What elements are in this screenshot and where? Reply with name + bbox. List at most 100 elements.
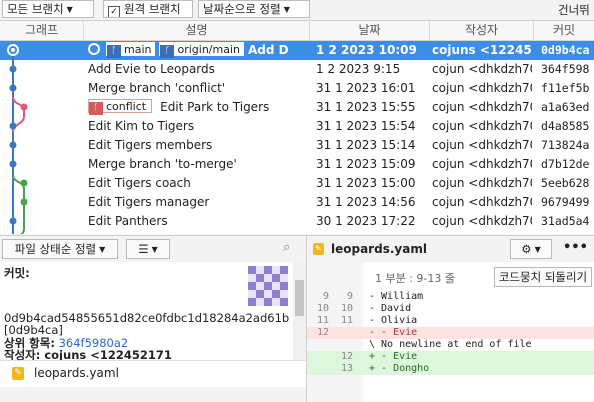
branch-pill-origin-main[interactable]: ᚴ origin/main bbox=[159, 42, 244, 58]
commit-row[interactable]: Merge branch 'to-merge' 31 1 2023 15:09 … bbox=[0, 155, 594, 174]
column-description[interactable]: 설명 bbox=[84, 21, 310, 40]
graph-node-head-core bbox=[11, 48, 15, 52]
diff-line: 10 10 - David bbox=[307, 303, 594, 315]
old-line-number: 9 bbox=[322, 291, 329, 302]
graph-node-conflict bbox=[20, 103, 28, 111]
hunk-header: 1 부분 : 9-13 줄 bbox=[375, 272, 456, 285]
commit-row[interactable]: Edit Tigers coach 31 1 2023 15:00 cojun … bbox=[0, 174, 594, 193]
more-options-icon[interactable]: ••• bbox=[563, 240, 588, 255]
graph-node bbox=[9, 141, 17, 149]
commit-row-selected[interactable]: ᚴ main ᚴ origin/main Add D 1 2 2023 10:09 co… bbox=[0, 41, 594, 60]
old-line-number: 10 bbox=[316, 303, 329, 314]
sort-by-file-status-dropdown[interactable]: 파일 상태순 정렬 ▼ bbox=[2, 239, 118, 259]
list-icon: ☰ bbox=[138, 242, 149, 256]
column-date[interactable]: 날짜 bbox=[310, 21, 430, 40]
diff-line-added: 12 + - Evie bbox=[307, 351, 594, 363]
branch-pill-main[interactable]: ᚴ main bbox=[106, 42, 156, 58]
commit-row[interactable]: ᚴ conflict Edit Park to Tigers 31 1 2023 1… bbox=[0, 98, 594, 117]
new-line-number: 13 bbox=[340, 363, 353, 374]
graph-node bbox=[9, 160, 17, 168]
commit-description: Add D bbox=[248, 43, 289, 57]
chevron-down-icon: ▼ bbox=[66, 5, 73, 14]
commit-date: 31 1 2023 15:55 bbox=[316, 100, 416, 114]
commit-hash: 5eeb628 bbox=[541, 176, 590, 190]
column-graph[interactable]: 그래프 bbox=[0, 21, 84, 40]
commit-label: 커밋: bbox=[4, 266, 30, 280]
commit-row[interactable]: Edit Tigers members 31 1 2023 15:14 coju… bbox=[0, 136, 594, 155]
commit-date: 31 1 2023 15:14 bbox=[316, 138, 416, 152]
gear-icon: ⚙ bbox=[521, 242, 532, 256]
details-scrollbar[interactable] bbox=[293, 262, 306, 360]
branch-pill-conflict[interactable]: ᚴ conflict bbox=[88, 99, 153, 115]
commit-row[interactable]: Edit Panthers 30 1 2023 17:22 cojun <dhk… bbox=[0, 212, 594, 231]
all-branches-dropdown[interactable]: 모든 브랜치 ▼ bbox=[2, 0, 94, 18]
diff-line-text: - - Evie bbox=[369, 327, 418, 338]
commit-author: cojun <dhkdzh70 bbox=[432, 100, 532, 114]
commit-description: Merge branch 'conflict' bbox=[88, 81, 226, 95]
graph-node bbox=[9, 217, 17, 225]
commit-row[interactable]: Edit Tigers manager 31 1 2023 14:56 coju… bbox=[0, 193, 594, 212]
commit-hash: 9679499 bbox=[541, 195, 590, 209]
commit-description: Edit Tigers coach bbox=[88, 176, 191, 190]
commit-list: ᚴ main ᚴ origin/main Add D 1 2 2023 10:09 co… bbox=[0, 41, 594, 234]
commit-date: 31 1 2023 15:54 bbox=[316, 119, 416, 133]
commit-row[interactable]: Merge branch 'conflict' 31 1 2023 16:01 … bbox=[0, 79, 594, 98]
commit-author: cojun <dhkdzh70 bbox=[432, 214, 532, 228]
sort-by-date-dropdown[interactable]: 날짜순으로 정렬 ▼ bbox=[198, 0, 310, 18]
diff-line-text: - William bbox=[369, 291, 424, 302]
new-line-number: 9 bbox=[346, 291, 353, 302]
diff-line-removed: 12 - - Evie bbox=[307, 327, 594, 339]
commit-author: cojun <dhkdzh70 bbox=[432, 176, 532, 190]
chevron-down-icon: ▼ bbox=[99, 245, 106, 254]
view-options-dropdown[interactable]: ☰ ▼ bbox=[126, 239, 170, 259]
commit-row[interactable]: Edit Kim to Tigers 31 1 2023 15:54 cojun… bbox=[0, 117, 594, 136]
branch-icon: ᚴ bbox=[89, 102, 103, 115]
commit-hash: 364f598 bbox=[541, 62, 590, 76]
remote-branches-checkbox[interactable]: ✓ 원격 브랜치 bbox=[103, 0, 193, 18]
branch-name: origin/main bbox=[177, 43, 240, 56]
revert-hunk-button[interactable]: 코드뭉치 되돌리기 bbox=[494, 267, 592, 287]
commit-description: Edit Kim to Tigers bbox=[88, 119, 195, 133]
changed-file-row[interactable]: ✎ leopards.yaml bbox=[0, 360, 306, 387]
commit-description: Edit Park to Tigers bbox=[160, 100, 270, 114]
diff-line-text: \ No newline at end of file bbox=[369, 339, 532, 350]
graph-node bbox=[9, 122, 17, 130]
avatar bbox=[248, 266, 288, 306]
author-line: 작성자: cojuns <122452171 bbox=[4, 348, 172, 360]
diff-toolbar: ✎ leopards.yaml ⚙ ▼ ••• bbox=[307, 235, 594, 263]
old-line-number: 12 bbox=[316, 327, 329, 338]
diff-settings-dropdown[interactable]: ⚙ ▼ bbox=[510, 239, 552, 259]
branch-icon: ᚴ bbox=[107, 45, 121, 58]
commit-hash: 713824a bbox=[541, 138, 590, 152]
diff-line: 11 11 - Olivia bbox=[307, 315, 594, 327]
commit-date: 1 2 2023 10:09 bbox=[316, 43, 417, 57]
commit-description-cell: ᚴ conflict Edit Park to Tigers bbox=[88, 98, 310, 117]
column-author[interactable]: 작성자 bbox=[430, 21, 534, 40]
commit-hash: 0d9b4ca bbox=[541, 43, 590, 57]
graph-node-to-merge bbox=[20, 198, 28, 206]
commit-author: cojun <dhkdzh70 bbox=[432, 157, 532, 171]
commit-date: 30 1 2023 17:22 bbox=[316, 214, 416, 228]
diff-line-text: + - Evie bbox=[369, 351, 418, 362]
search-icon[interactable]: ⌕ bbox=[283, 240, 290, 255]
diff-line-text: - Olivia bbox=[369, 315, 418, 326]
column-header: 그래프 설명 날짜 작성자 커밋 bbox=[0, 21, 594, 41]
commit-date: 1 2 2023 9:15 bbox=[316, 62, 401, 76]
branch-icon: ᚴ bbox=[160, 45, 175, 58]
old-line-number: 11 bbox=[316, 315, 329, 326]
changed-file-name: leopards.yaml bbox=[34, 366, 119, 380]
commit-description: Edit Tigers manager bbox=[88, 195, 210, 209]
column-commit[interactable]: 커밋 bbox=[534, 21, 594, 40]
commit-row[interactable]: Add Evie to Leopards 1 2 2023 9:15 cojun… bbox=[0, 60, 594, 79]
commit-description: Edit Tigers members bbox=[88, 138, 213, 152]
commit-description: Edit Panthers bbox=[88, 214, 168, 228]
graph-node-to-merge bbox=[20, 179, 28, 187]
scrollbar-thumb[interactable] bbox=[295, 280, 304, 316]
toolbar: 모든 브랜치 ▼ ✓ 원격 브랜치 날짜순으로 정렬 ▼ 건너뛰 bbox=[0, 0, 594, 21]
graph-node bbox=[9, 84, 17, 92]
commit-description: Add Evie to Leopards bbox=[88, 62, 215, 76]
new-line-number: 10 bbox=[340, 303, 353, 314]
diff-line-text: - David bbox=[369, 303, 412, 314]
commit-hash: a1a63ed bbox=[541, 100, 590, 114]
skip-label[interactable]: 건너뛰 bbox=[558, 2, 590, 18]
